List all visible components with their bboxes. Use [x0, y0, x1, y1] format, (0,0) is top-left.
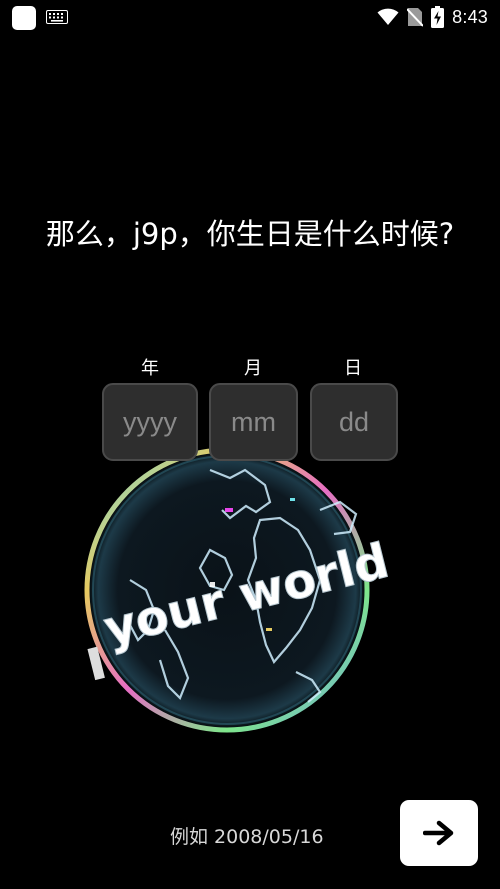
year-label: 年 [141, 358, 159, 379]
month-input[interactable] [209, 383, 298, 461]
app-icon [12, 6, 36, 30]
clock: 8:43 [452, 6, 488, 27]
globe-illustration: your world [84, 447, 395, 733]
day-label: 日 [344, 358, 362, 379]
day-input[interactable] [310, 383, 398, 461]
battery-charging-icon [431, 6, 445, 28]
wifi-icon [377, 8, 399, 25]
status-bar: 8:43 [0, 0, 500, 34]
keyboard-icon [46, 10, 68, 24]
birthday-question: 那么，j9p，你生日是什么时候? [45, 217, 455, 251]
next-button[interactable] [400, 800, 478, 866]
status-icons: 8:43 [377, 4, 488, 30]
arrow-right-icon [423, 820, 454, 846]
date-format-hint: 例如 2008/05/16 [170, 826, 324, 848]
month-label: 月 [244, 358, 262, 379]
year-input[interactable] [102, 383, 198, 461]
no-sim-icon [407, 8, 424, 27]
